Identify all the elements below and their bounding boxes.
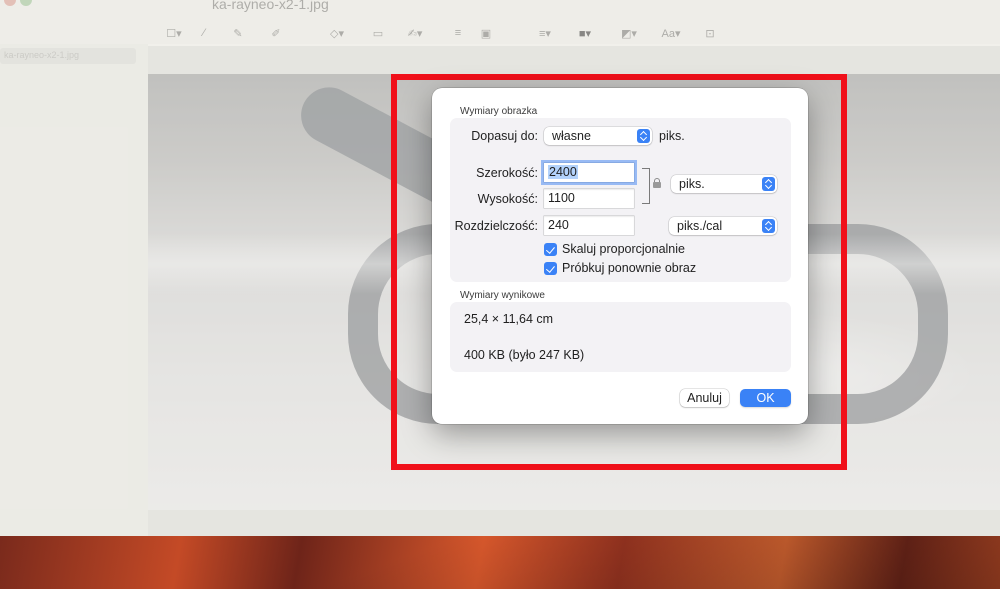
height-label: Wysokość: — [477, 192, 538, 206]
resample-label: Próbkuj ponownie obraz — [562, 261, 697, 275]
resample-checkbox[interactable] — [544, 262, 557, 275]
lock-icon[interactable] — [653, 178, 661, 188]
width-label: Szerokość: — [476, 166, 538, 180]
adjust-size-dialog: Wymiary obrazka Dopasuj do: własne piks.… — [432, 88, 808, 424]
ok-button[interactable]: OK — [740, 389, 791, 407]
link-bracket — [642, 168, 650, 204]
resolution-field[interactable]: 240 — [544, 216, 634, 235]
desktop-wallpaper — [0, 536, 1000, 589]
cancel-button[interactable]: Anuluj — [680, 389, 729, 407]
width-value: 2400 — [548, 165, 578, 179]
scale-proportionally-checkbox[interactable] — [544, 243, 557, 256]
size-unit-popup[interactable]: piks. — [671, 175, 777, 193]
popup-chevron-icon — [762, 219, 775, 233]
fit-to-label: Dopasuj do: — [471, 129, 538, 143]
size-unit-value: piks. — [679, 177, 705, 191]
resolution-unit-popup[interactable]: piks./cal — [669, 217, 777, 235]
fit-to-popup[interactable]: własne — [544, 127, 652, 145]
fit-to-unit: piks. — [659, 129, 685, 143]
result-dimensions-title: Wymiary wynikowe — [460, 290, 545, 301]
resolution-unit-value: piks./cal — [677, 219, 723, 233]
scale-proportionally-label: Skaluj proporcjonalnie — [562, 242, 685, 256]
popup-chevron-icon — [762, 177, 775, 191]
image-dimensions-title: Wymiary obrazka — [460, 106, 538, 117]
result-file-size-text: 400 KB (było 247 KB) — [464, 348, 585, 362]
popup-chevron-icon — [637, 129, 650, 143]
fit-to-value: własne — [552, 129, 591, 143]
height-field[interactable]: 1100 — [544, 189, 634, 208]
result-size-text: 25,4 × 11,64 cm — [464, 312, 554, 326]
width-field[interactable]: 2400 — [544, 163, 634, 182]
resolution-label: Rozdzielczość: — [454, 219, 538, 233]
